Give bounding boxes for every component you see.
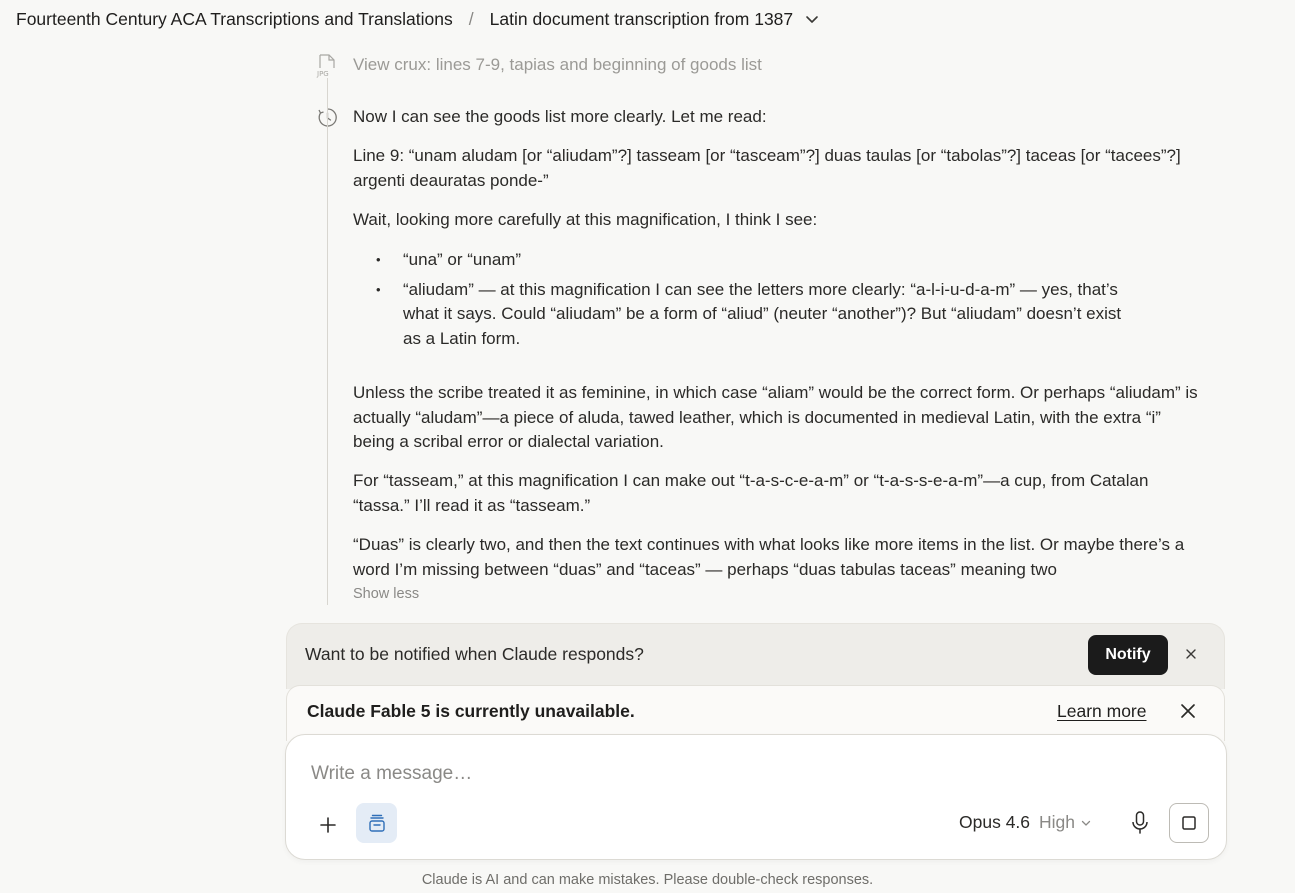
- microphone-icon: [1132, 811, 1148, 834]
- show-less-button[interactable]: Show less: [353, 586, 419, 602]
- chevron-down-icon[interactable]: [805, 12, 819, 26]
- close-icon[interactable]: [1179, 702, 1197, 720]
- message-thread: JPG View crux: lines 7-9, tapias and beg…: [0, 38, 1295, 608]
- timeline-divider: [327, 83, 328, 605]
- disclaimer: Claude is AI and can make mistakes. Plea…: [421, 872, 874, 888]
- plus-icon: [320, 817, 336, 833]
- thinking-paragraph: “Duas” is clearly two, and then the text…: [353, 535, 1185, 579]
- model-name: Opus 4.6: [959, 812, 1031, 832]
- notify-button[interactable]: Notify: [1088, 635, 1168, 675]
- thinking-paragraph: Line 9: “unam aludam [or “aliudam”?] tas…: [353, 146, 1181, 190]
- file-jpg-icon: JPG: [316, 54, 335, 78]
- chat-title[interactable]: Latin document transcription from 1387: [490, 9, 794, 30]
- header: Fourteenth Century ACA Transcriptions an…: [0, 0, 1295, 38]
- chevron-down-icon: [1081, 820, 1091, 826]
- unavailable-text: Claude Fable 5 is currently unavailable.: [307, 701, 635, 721]
- model-selector[interactable]: Opus 4.6 High: [959, 812, 1091, 833]
- close-icon[interactable]: [1184, 647, 1198, 661]
- thinking-paragraph: Wait, looking more carefully at this mag…: [353, 210, 818, 229]
- notify-banner: Want to be notified when Claude responds…: [286, 623, 1225, 689]
- thinking-paragraph: For “tasseam,” at this magnification I c…: [353, 471, 1149, 515]
- stop-button[interactable]: [1169, 803, 1209, 843]
- thinking-paragraph: Now I can see the goods list more clearl…: [353, 107, 767, 126]
- notify-text: Want to be notified when Claude responds…: [305, 644, 644, 664]
- thinking-paragraph: Unless the scribe treated it as feminine…: [353, 383, 1198, 451]
- svg-text:JPG: JPG: [316, 70, 329, 78]
- list-item: “una” or “unam”: [353, 248, 1153, 273]
- learn-more-link[interactable]: Learn more: [1057, 701, 1147, 722]
- list-item: “aliudam” — at this magnification I can …: [353, 278, 1128, 352]
- stop-icon: [1182, 816, 1196, 830]
- attachment-link[interactable]: View crux: lines 7-9, tapias and beginni…: [353, 55, 762, 75]
- message-input[interactable]: [311, 759, 951, 789]
- breadcrumb-separator: /: [468, 8, 474, 29]
- model-unavailable-banner: Claude Fable 5 is currently unavailable.…: [286, 685, 1225, 741]
- tools-button[interactable]: [356, 803, 397, 843]
- effort-level: High: [1039, 812, 1076, 832]
- tools-icon: [368, 814, 385, 832]
- add-attachment-button[interactable]: [310, 807, 346, 843]
- message-composer: Opus 4.6 High: [285, 734, 1227, 860]
- thinking-bullet-list: “una” or “unam” “aliudam” — at this magn…: [353, 248, 1153, 351]
- breadcrumb-project[interactable]: Fourteenth Century ACA Transcriptions an…: [16, 9, 453, 30]
- voice-input-button[interactable]: [1128, 809, 1152, 837]
